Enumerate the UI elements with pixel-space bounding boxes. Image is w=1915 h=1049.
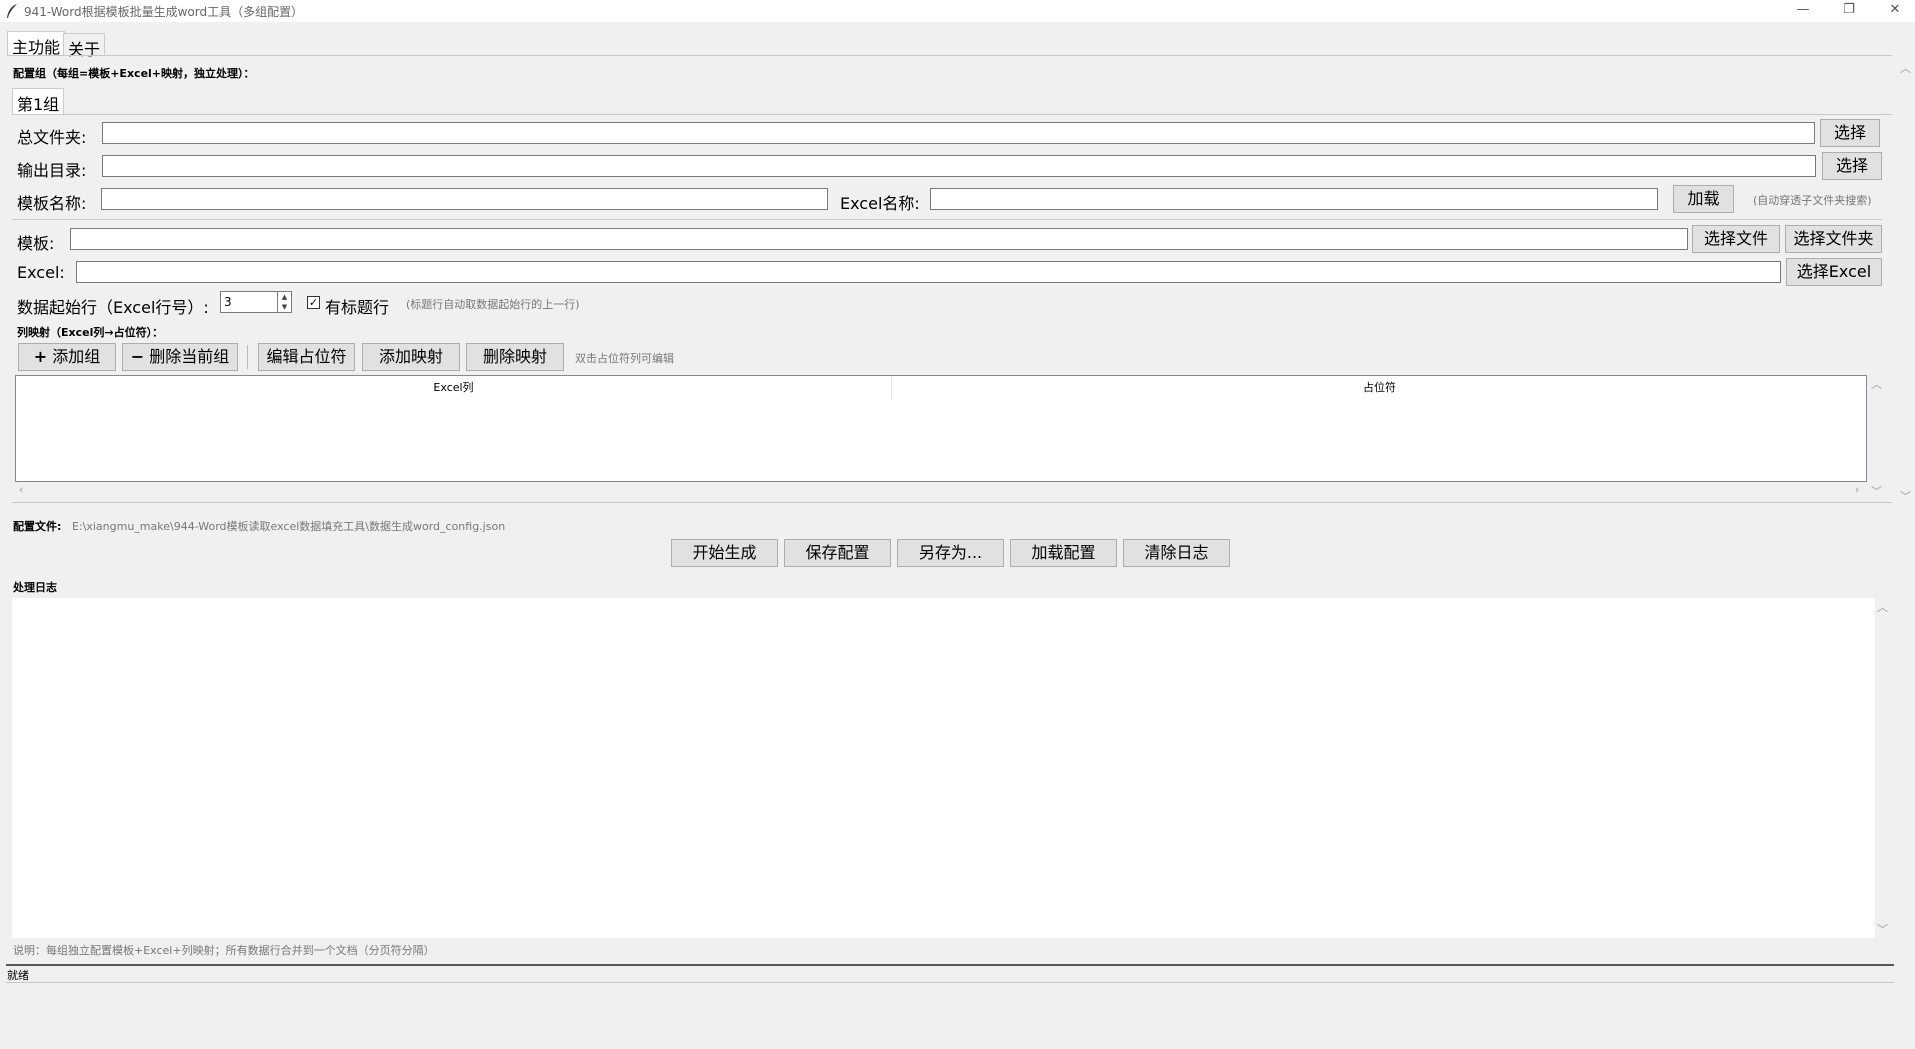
log-textarea[interactable] xyxy=(12,598,1875,938)
template-name-label: 模板名称: xyxy=(17,194,87,213)
start-row-label: 数据起始行（Excel行号）: xyxy=(17,298,209,317)
section-divider xyxy=(12,219,1882,220)
edit-placeholder-button[interactable]: 编辑占位符 xyxy=(258,343,355,371)
status-text: 就绪 xyxy=(7,969,29,982)
tab-main[interactable]: 主功能 xyxy=(7,31,66,57)
plus-icon: + xyxy=(33,347,48,366)
start-generate-button[interactable]: 开始生成 xyxy=(671,539,778,567)
add-group-button[interactable]: + 添加组 xyxy=(18,343,116,371)
minimize-button[interactable]: — xyxy=(1780,0,1826,22)
delete-group-button[interactable]: − 删除当前组 xyxy=(122,343,238,371)
log-vscroll-up-icon[interactable]: ︿ xyxy=(1877,599,1888,615)
column-header-placeholder[interactable]: 占位符 xyxy=(893,376,1866,400)
tab-about[interactable]: 关于 xyxy=(63,33,106,59)
toolbar-separator xyxy=(247,345,248,369)
config-file-label: 配置文件: xyxy=(13,520,62,533)
column-header-excel[interactable]: Excel列 xyxy=(16,376,892,400)
config-group-heading: 配置组（每组=模板+Excel+映射，独立处理）： xyxy=(13,67,255,80)
delete-group-label: 删除当前组 xyxy=(149,347,230,366)
load-config-button[interactable]: 加载配置 xyxy=(1010,539,1117,567)
spin-up-icon[interactable]: ▲ xyxy=(278,292,291,302)
template-input[interactable] xyxy=(70,228,1688,250)
table-vscroll-up-icon[interactable]: ︿ xyxy=(1871,376,1882,392)
start-row-spinner[interactable]: ▲ ▼ xyxy=(278,291,292,313)
table-vscroll-down-icon[interactable]: ﹀ xyxy=(1871,483,1882,499)
save-as-button[interactable]: 另存为... xyxy=(897,539,1004,567)
feather-icon xyxy=(7,4,17,18)
template-name-input[interactable] xyxy=(101,188,828,210)
root-folder-label: 总文件夹: xyxy=(17,128,87,147)
load-hint: (自动穿透子文件夹搜索) xyxy=(1753,194,1872,207)
output-dir-select-button[interactable]: 选择 xyxy=(1822,152,1882,180)
column-header-placeholder-label: 占位符 xyxy=(1363,381,1396,394)
group-bottom-divider xyxy=(12,502,1892,503)
excel-name-input[interactable] xyxy=(930,188,1658,210)
mapping-heading: 列映射（Excel列→占位符）： xyxy=(17,326,164,339)
excel-input[interactable] xyxy=(76,261,1781,283)
log-heading: 处理日志 xyxy=(13,581,57,594)
close-button[interactable]: ✕ xyxy=(1872,0,1915,22)
has-header-checkbox[interactable]: ✓ xyxy=(307,296,320,309)
main-vscroll-down-icon[interactable]: ﹀ xyxy=(1900,488,1911,504)
select-excel-button[interactable]: 选择Excel xyxy=(1786,258,1882,286)
table-hscroll-left-icon[interactable]: ‹ xyxy=(19,483,23,496)
delete-mapping-button[interactable]: 删除映射 xyxy=(466,343,564,371)
save-config-button[interactable]: 保存配置 xyxy=(784,539,891,567)
tab-divider xyxy=(7,55,1892,56)
clear-log-button[interactable]: 清除日志 xyxy=(1123,539,1230,567)
excel-label: Excel: xyxy=(17,263,65,282)
select-file-button[interactable]: 选择文件 xyxy=(1692,225,1780,253)
add-group-label: 添加组 xyxy=(52,347,101,366)
output-dir-input[interactable] xyxy=(102,155,1816,177)
root-folder-input[interactable] xyxy=(102,122,1815,144)
column-header-excel-label: Excel列 xyxy=(433,381,474,394)
status-divider xyxy=(6,964,1894,966)
select-folder-button[interactable]: 选择文件夹 xyxy=(1785,225,1882,253)
output-dir-label: 输出目录: xyxy=(17,161,87,180)
mapping-table[interactable]: Excel列 占位符 xyxy=(15,375,1867,482)
mapping-hint: 双击占位符列可编辑 xyxy=(575,352,674,365)
template-label: 模板: xyxy=(17,234,55,253)
group-tab-divider xyxy=(12,114,1892,115)
has-header-label: 有标题行 xyxy=(325,298,390,317)
tab-group-1[interactable]: 第1组 xyxy=(12,88,65,114)
add-mapping-button[interactable]: 添加映射 xyxy=(362,343,460,371)
load-button[interactable]: 加载 xyxy=(1673,185,1734,213)
main-vscroll-up-icon[interactable]: ︿ xyxy=(1900,60,1911,76)
restore-button[interactable]: ❐ xyxy=(1826,0,1872,22)
table-hscroll-right-icon[interactable]: › xyxy=(1855,483,1859,496)
excel-name-label: Excel名称: xyxy=(840,194,920,213)
window-title: 941-Word根据模板批量生成word工具（多组配置） xyxy=(24,5,304,19)
has-header-hint: (标题行自动取数据起始行的上一行) xyxy=(406,298,580,311)
footer-note: 说明：每组独立配置模板+Excel+列映射；所有数据行合并到一个文档（分页符分隔… xyxy=(13,944,435,957)
spin-down-icon[interactable]: ▼ xyxy=(278,302,291,312)
status-bottom-divider xyxy=(6,982,1894,983)
start-row-spinbox[interactable]: 3 xyxy=(220,291,278,313)
config-file-path: E:\xiangmu_make\944-Word模板读取excel数据填充工具\… xyxy=(72,520,506,533)
minus-icon: − xyxy=(130,347,145,366)
log-vscroll-down-icon[interactable]: ﹀ xyxy=(1877,921,1888,937)
root-folder-select-button[interactable]: 选择 xyxy=(1820,119,1880,147)
